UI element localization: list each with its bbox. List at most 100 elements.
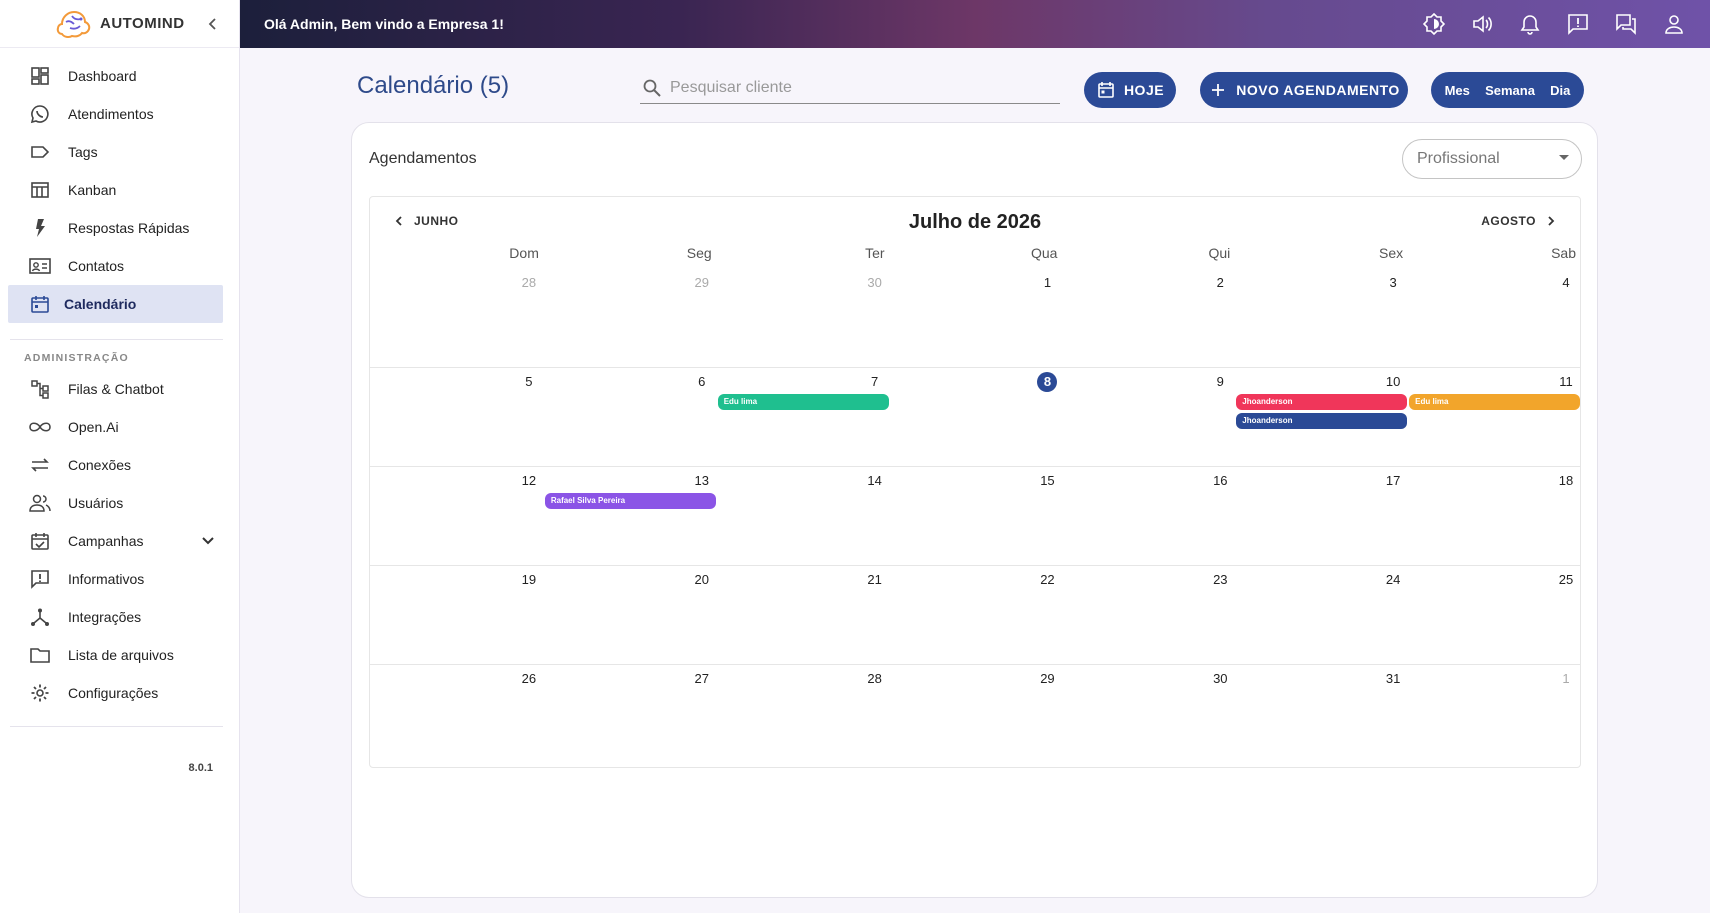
day-cell[interactable]: 30	[716, 269, 889, 367]
search-input[interactable]	[670, 78, 1030, 97]
next-month-button[interactable]: AGOSTO	[1481, 214, 1558, 228]
hub-icon	[28, 605, 52, 629]
day-cell[interactable]: 22	[889, 566, 1062, 664]
day-cell[interactable]: 2	[1061, 269, 1234, 367]
day-cell[interactable]: 28	[370, 269, 543, 367]
day-cell[interactable]: 21	[716, 566, 889, 664]
day-cell[interactable]: 16	[1061, 467, 1234, 565]
day-cell[interactable]: 9	[1061, 368, 1234, 466]
sidebar-item-configuracoes[interactable]: Configurações	[0, 674, 239, 712]
day-cell[interactable]: 17	[1234, 467, 1407, 565]
day-cell[interactable]: 29	[543, 269, 716, 367]
day-cell[interactable]: 27	[543, 665, 716, 764]
calendar-event[interactable]: Jhoanderson	[1236, 394, 1408, 410]
day-cell[interactable]: 15	[889, 467, 1062, 565]
weekday-label: Ter	[716, 245, 889, 269]
sidebar-item-kanban[interactable]: Kanban	[0, 171, 239, 209]
day-cell[interactable]: 5	[370, 368, 543, 466]
bell-icon[interactable]	[1518, 12, 1542, 36]
day-cell[interactable]: 8	[889, 368, 1062, 466]
sidebar-item-atendimentos[interactable]: Atendimentos	[0, 95, 239, 133]
day-number: 9	[1216, 374, 1224, 389]
brand-name: AUTOMIND	[100, 15, 185, 32]
sidebar-item-label: Open.Ai	[68, 419, 119, 435]
day-cell[interactable]: 12	[370, 467, 543, 565]
view-week-button[interactable]: Semana	[1485, 83, 1535, 98]
sidebar-item-campanhas[interactable]: Campanhas	[0, 522, 239, 560]
calendar-event[interactable]: Edu lima	[1409, 394, 1580, 410]
chevron-left-icon	[208, 18, 216, 30]
sidebar-item-filas-chatbot[interactable]: Filas & Chatbot	[0, 370, 239, 408]
day-number: 19	[521, 572, 537, 587]
sidebar-item-respostas-rapidas[interactable]: Respostas Rápidas	[0, 209, 239, 247]
day-cell[interactable]: 19	[370, 566, 543, 664]
plus-icon	[1208, 80, 1228, 100]
sidebar-item-calendario[interactable]: Calendário	[8, 285, 223, 323]
topbar-actions	[1422, 0, 1686, 48]
sidebar-item-lista-arquivos[interactable]: Lista de arquivos	[0, 636, 239, 674]
calendar-event[interactable]: Edu lima	[717, 394, 889, 410]
sidebar-item-conexoes[interactable]: Conexões	[0, 446, 239, 484]
day-cell[interactable]: 1	[1407, 665, 1580, 764]
weekday-text: Seg	[686, 245, 712, 261]
chat-icon[interactable]	[1614, 12, 1638, 36]
calendar-event[interactable]: Jhoanderson	[1236, 413, 1408, 429]
day-number: 29	[694, 275, 709, 290]
sidebar-item-label: Dashboard	[68, 68, 137, 84]
brand: AUTOMIND	[0, 0, 239, 48]
day-cell[interactable]: 28	[716, 665, 889, 764]
day-cell[interactable]: 31	[1234, 665, 1407, 764]
day-number: 20	[694, 572, 709, 587]
infinity-icon	[28, 415, 52, 439]
day-cell[interactable]: 1	[889, 269, 1062, 367]
sidebar-item-tags[interactable]: Tags	[0, 133, 239, 171]
day-cell[interactable]: 18	[1407, 467, 1580, 565]
volume-icon[interactable]	[1470, 12, 1494, 36]
sidebar-item-informativos[interactable]: Informativos	[0, 560, 239, 598]
day-number: 24	[1385, 572, 1401, 587]
announcement-icon[interactable]	[1566, 12, 1590, 36]
collapse-sidebar-button[interactable]	[203, 14, 223, 34]
day-number: 27	[694, 671, 709, 686]
today-day-number: 8	[1037, 372, 1058, 392]
day-cell[interactable]: 3	[1234, 269, 1407, 367]
day-cell[interactable]: 26	[370, 665, 543, 764]
user-account-icon[interactable]	[1662, 12, 1686, 36]
day-cell[interactable]: 6	[543, 368, 716, 466]
brightness-icon[interactable]	[1422, 12, 1446, 36]
day-cell[interactable]: 13	[543, 467, 716, 565]
sidebar-item-usuarios[interactable]: Usuários	[0, 484, 239, 522]
event-check-icon	[28, 529, 52, 553]
day-number: 6	[698, 374, 706, 389]
sidebar-item-dashboard[interactable]: Dashboard	[0, 57, 239, 95]
day-number: 7	[870, 374, 879, 389]
weekday-label: Qua	[889, 245, 1062, 269]
professional-select[interactable]: Profissional	[1402, 139, 1582, 179]
calendar-event[interactable]: Rafael Silva Pereira	[544, 493, 716, 509]
today-button[interactable]: HOJE	[1084, 72, 1176, 108]
day-cell[interactable]: 4	[1407, 269, 1580, 367]
day-cell[interactable]: 7	[716, 368, 889, 466]
sidebar-item-integracoes[interactable]: Integrações	[0, 598, 239, 636]
weekday-text: Dom	[509, 245, 539, 261]
day-cell[interactable]: 20	[543, 566, 716, 664]
week-row: 26 27 28 29 30 31 1	[370, 665, 1580, 764]
day-cell[interactable]: 11	[1407, 368, 1580, 466]
sidebar-item-label: Calendário	[64, 296, 137, 312]
day-cell[interactable]: 14	[716, 467, 889, 565]
gear-icon	[28, 681, 52, 705]
view-month-button[interactable]: Mes	[1445, 83, 1470, 98]
day-cell[interactable]: 24	[1234, 566, 1407, 664]
day-cell[interactable]: 29	[889, 665, 1062, 764]
sidebar-item-contatos[interactable]: Contatos	[0, 247, 239, 285]
week-row: 28 29 30 1 2 3 4	[370, 269, 1580, 368]
calendar-header: JUNHO Julho de 2026 AGOSTO	[370, 197, 1580, 245]
new-appointment-button[interactable]: NOVO AGENDAMENTO	[1200, 72, 1408, 108]
chevron-down-icon[interactable]	[201, 533, 215, 549]
day-cell[interactable]: 23	[1061, 566, 1234, 664]
day-number: 22	[1040, 572, 1055, 587]
day-cell[interactable]: 25	[1407, 566, 1580, 664]
sidebar-item-openai[interactable]: Open.Ai	[0, 408, 239, 446]
view-day-button[interactable]: Dia	[1550, 83, 1570, 98]
day-cell[interactable]: 30	[1061, 665, 1234, 764]
